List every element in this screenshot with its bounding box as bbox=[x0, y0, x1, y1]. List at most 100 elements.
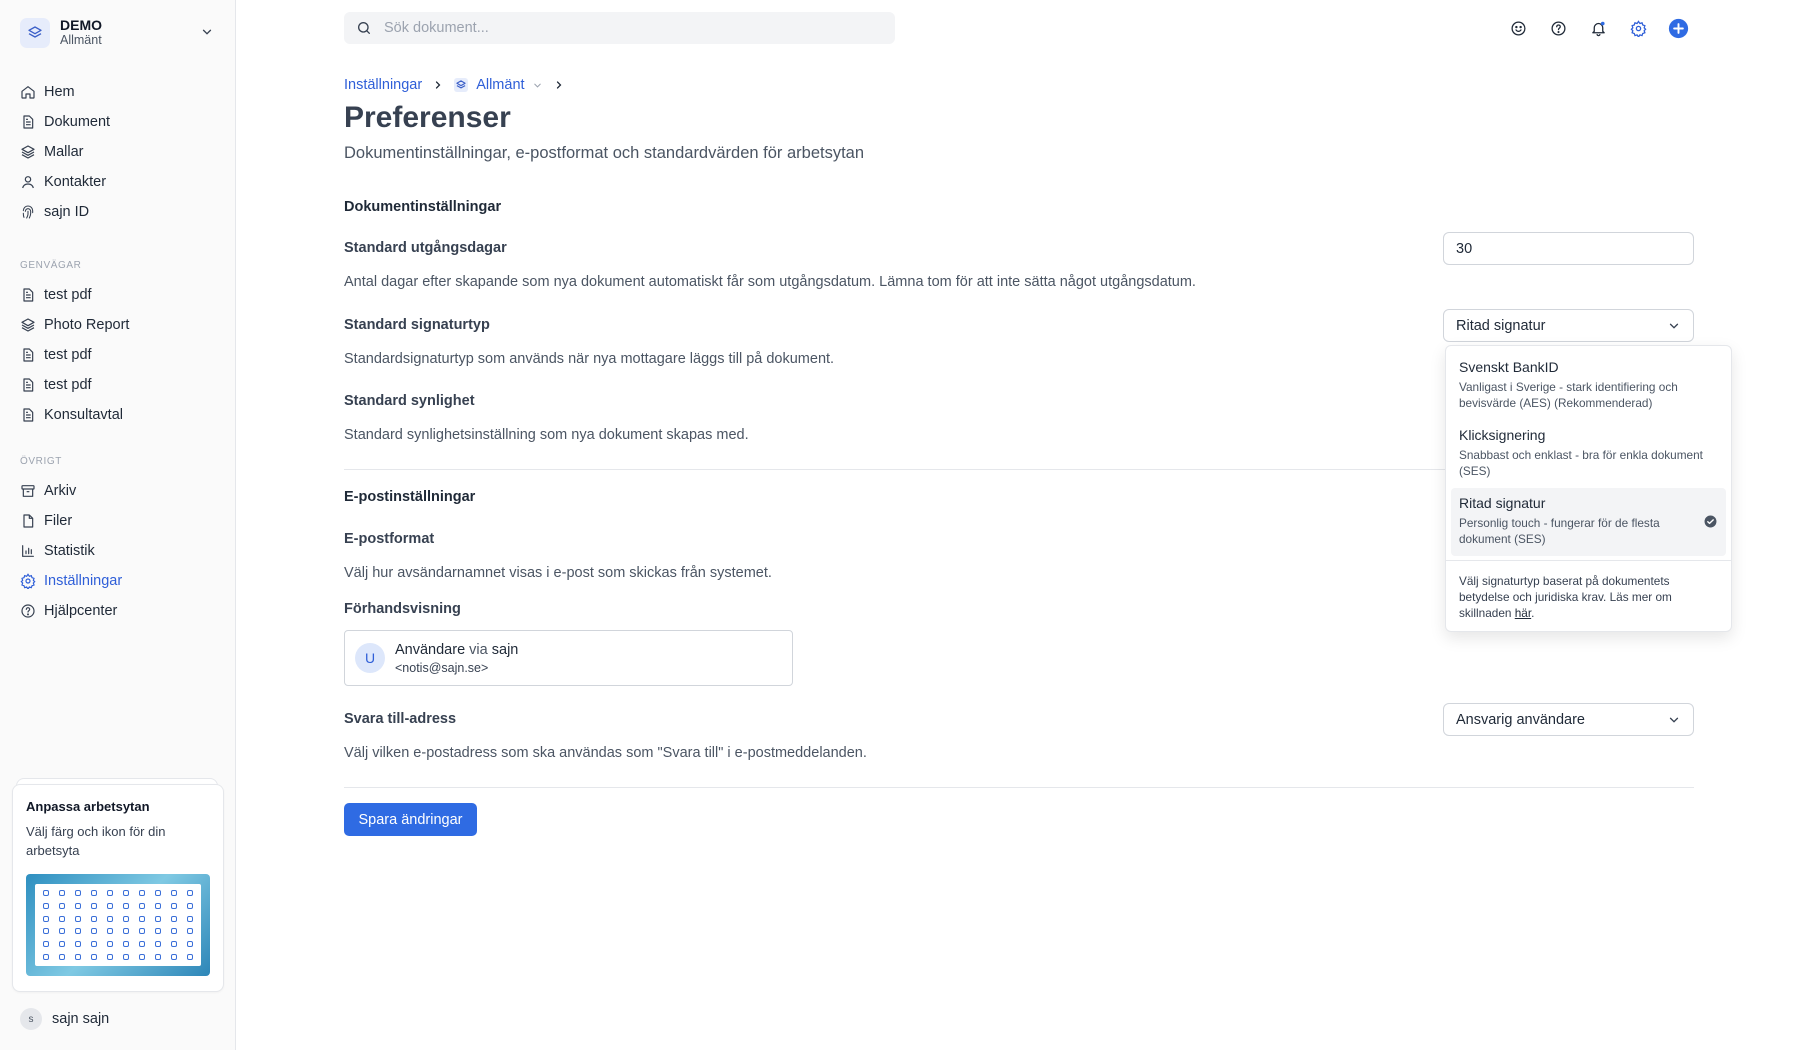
shortcut-label: Konsultavtal bbox=[44, 407, 123, 423]
nav-item-templates[interactable]: Mallar bbox=[20, 137, 220, 167]
customize-workspace-card[interactable]: Anpassa arbetsytan Välj färg och ikon fö… bbox=[12, 784, 224, 992]
check-circle-icon bbox=[1704, 515, 1717, 532]
option-description: Snabbast och enklast - bra för enkla dok… bbox=[1459, 448, 1703, 478]
signature-option-click[interactable]: Klicksignering Snabbast och enklast - br… bbox=[1451, 420, 1726, 488]
shortcut-label: test pdf bbox=[44, 347, 92, 363]
document-icon bbox=[23, 408, 34, 422]
chevron-down-icon bbox=[200, 25, 214, 43]
email-sender-preview: U Användare via sajn <notis@sajn.se> bbox=[344, 630, 793, 686]
shortcut-label: Photo Report bbox=[44, 317, 130, 333]
gear-icon bbox=[1630, 19, 1646, 37]
preview-brand: sajn bbox=[491, 641, 519, 658]
breadcrumb-current: Allmänt bbox=[476, 77, 525, 93]
signature-type-select[interactable]: Ritad signatur bbox=[1443, 309, 1694, 342]
nav-item-contacts[interactable]: Kontakter bbox=[20, 167, 220, 197]
expiry-days-input[interactable] bbox=[1443, 232, 1694, 265]
plus-circle-icon bbox=[1668, 18, 1688, 38]
notifications-button[interactable] bbox=[1587, 17, 1609, 39]
file-icon bbox=[23, 514, 34, 528]
search-bar[interactable] bbox=[344, 12, 895, 44]
create-new-button[interactable] bbox=[1667, 17, 1689, 39]
help-icon bbox=[21, 604, 35, 618]
visibility-label: Standard synlighet bbox=[344, 393, 475, 409]
shortcuts-nav: GENVÄGAR test pdf Photo Report test pdf … bbox=[20, 256, 220, 430]
chevron-down-icon bbox=[533, 83, 541, 88]
help-button[interactable] bbox=[1547, 17, 1569, 39]
search-input[interactable] bbox=[384, 20, 864, 36]
nav-item-label: Filer bbox=[44, 513, 73, 529]
user-menu[interactable]: s sajn sajn bbox=[20, 1008, 109, 1030]
chevron-down-icon bbox=[1669, 323, 1679, 329]
signature-option-bankid[interactable]: Svenskt BankID Vanligast i Sverige - sta… bbox=[1451, 352, 1726, 420]
layers-icon bbox=[21, 318, 35, 332]
learn-more-link[interactable]: här bbox=[1515, 606, 1531, 620]
feedback-button[interactable] bbox=[1507, 17, 1529, 39]
other-heading: ÖVRIGT bbox=[20, 456, 62, 467]
nav-item-help-center[interactable]: Hjälpcenter bbox=[20, 596, 220, 626]
preview-address: <notis@sajn.se> bbox=[395, 660, 489, 675]
shortcut-item[interactable]: test pdf bbox=[20, 280, 220, 310]
visibility-description: Standard synlighetsinställning som nya d… bbox=[344, 427, 749, 443]
user-name: sajn sajn bbox=[52, 1011, 110, 1027]
bell-icon bbox=[1591, 21, 1605, 36]
save-button[interactable]: Spara ändringar bbox=[344, 803, 477, 836]
avatar: U bbox=[355, 643, 385, 673]
email-section-title: E-postinställningar bbox=[344, 489, 476, 505]
breadcrumb-settings-link[interactable]: Inställningar bbox=[344, 77, 422, 93]
email-format-label: E-postformat bbox=[344, 531, 435, 547]
promo-title: Anpassa arbetsytan bbox=[26, 799, 150, 814]
shortcut-label: test pdf bbox=[44, 287, 92, 303]
sidebar: DEMO Allmänt Hem Dokument Mallar Kontakt… bbox=[0, 0, 236, 1050]
nav-item-label: Dokument bbox=[44, 114, 111, 130]
breadcrumb: Inställningar Allmänt bbox=[344, 77, 575, 93]
dropdown-help-text: Välj signaturtyp baserat på dokumentets … bbox=[1451, 561, 1726, 621]
dropdown-footer-end: . bbox=[1531, 606, 1535, 620]
avatar: s bbox=[20, 1008, 42, 1030]
nav-item-documents[interactable]: Dokument bbox=[20, 107, 220, 137]
document-icon bbox=[23, 115, 34, 129]
page-subtitle: Dokumentinställningar, e-postformat och … bbox=[344, 144, 865, 162]
nav-item-files[interactable]: Filer bbox=[20, 506, 220, 536]
workspace-switcher[interactable]: DEMO Allmänt bbox=[20, 16, 218, 50]
signature-type-description: Standardsignaturtyp som används när nya … bbox=[344, 351, 835, 367]
shortcut-item[interactable]: Konsultavtal bbox=[20, 400, 220, 430]
expiry-days-label: Standard utgångsdagar bbox=[344, 240, 507, 256]
nav-item-statistics[interactable]: Statistik bbox=[20, 536, 220, 566]
help-icon bbox=[1550, 20, 1566, 36]
nav-item-label: Arkiv bbox=[44, 483, 77, 499]
expiry-days-description: Antal dagar efter skapande som nya dokum… bbox=[344, 274, 1196, 290]
option-title: Ritad signatur bbox=[1459, 495, 1546, 511]
signature-option-drawn[interactable]: Ritad signatur Personlig touch - fungera… bbox=[1451, 488, 1726, 556]
dropdown-footer-text: Välj signaturtyp baserat på dokumentets … bbox=[1459, 574, 1672, 620]
chevron-right-icon bbox=[432, 79, 444, 91]
nav-item-label: Kontakter bbox=[44, 174, 107, 190]
option-description: Personlig touch - fungerar för de flesta… bbox=[1459, 516, 1660, 546]
preview-label: Förhandsvisning bbox=[344, 601, 461, 617]
section-divider bbox=[344, 787, 1694, 788]
shortcut-item[interactable]: test pdf bbox=[20, 370, 220, 400]
reply-to-label: Svara till-adress bbox=[344, 711, 457, 727]
other-nav: ÖVRIGT Arkiv Filer Statistik Inställning… bbox=[20, 452, 220, 626]
search-icon bbox=[358, 22, 370, 34]
nav-item-label: Hem bbox=[44, 84, 75, 100]
shortcut-item[interactable]: test pdf bbox=[20, 340, 220, 370]
preview-sender-name: Användare bbox=[395, 641, 466, 658]
workspace-logo-icon bbox=[454, 78, 469, 92]
settings-button[interactable] bbox=[1627, 17, 1649, 39]
shortcut-label: test pdf bbox=[44, 377, 92, 393]
workspace-subtitle: Allmänt bbox=[60, 33, 102, 47]
breadcrumb-workspace-dropdown[interactable]: Allmänt bbox=[454, 77, 542, 93]
reply-to-value: Ansvarig användare bbox=[1456, 711, 1585, 728]
archive-icon bbox=[21, 485, 35, 497]
documents-section-title: Dokumentinställningar bbox=[344, 199, 502, 215]
reply-to-select[interactable]: Ansvarig användare bbox=[1443, 703, 1694, 736]
nav-item-settings[interactable]: Inställningar bbox=[20, 566, 220, 596]
chevron-down-icon bbox=[1669, 717, 1679, 723]
nav-item-archive[interactable]: Arkiv bbox=[20, 476, 220, 506]
chart-icon bbox=[22, 545, 34, 557]
nav-item-sajn-id[interactable]: sajn ID bbox=[20, 197, 220, 227]
workspace-logo-icon bbox=[20, 18, 50, 48]
nav-item-home[interactable]: Hem bbox=[20, 77, 220, 107]
nav-item-label: Statistik bbox=[44, 543, 95, 559]
shortcut-item[interactable]: Photo Report bbox=[20, 310, 220, 340]
